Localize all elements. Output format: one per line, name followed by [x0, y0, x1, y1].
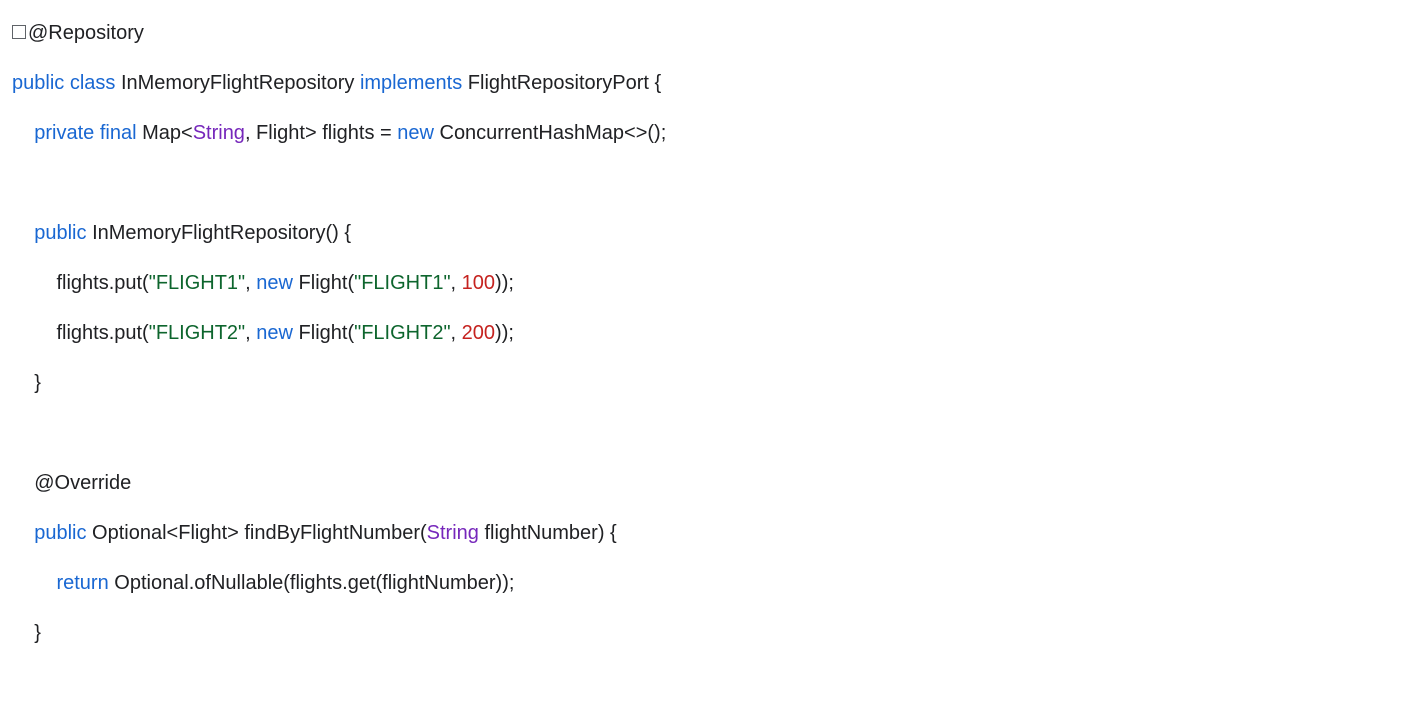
copy-icon[interactable] — [12, 25, 26, 39]
kw-new: new — [256, 322, 293, 344]
map-decl-suffix: ConcurrentHashMap<>(); — [434, 122, 666, 144]
indent — [12, 522, 34, 544]
kw-implements: implements — [360, 72, 462, 94]
return-body: Optional.ofNullable(flights.get(flightNu… — [109, 572, 515, 594]
brace: { — [339, 222, 351, 244]
kw-private: private — [34, 122, 94, 144]
method-param-name: flightNumber) { — [479, 522, 617, 544]
str-flight1: "FLIGHT1" — [149, 272, 245, 294]
str-flight1b: "FLIGHT1" — [354, 272, 450, 294]
brace-close: } — [34, 622, 41, 644]
brace-close: } — [34, 372, 41, 394]
put1-flight-ctor: Flight( — [293, 272, 354, 294]
kw-public: public — [12, 72, 64, 94]
kw-public: public — [34, 522, 86, 544]
put2-suffix: )); — [495, 322, 514, 344]
num-100: 100 — [462, 272, 495, 294]
indent — [12, 122, 34, 144]
kw-return: return — [56, 572, 108, 594]
kw-final: final — [100, 122, 137, 144]
class-name: InMemoryFlightRepository — [121, 72, 354, 94]
put1-suffix: )); — [495, 272, 514, 294]
indent — [12, 322, 56, 344]
str-flight2: "FLIGHT2" — [149, 322, 245, 344]
put2-flight-ctor: Flight( — [293, 322, 354, 344]
map-decl-mid: , Flight> flights = — [245, 122, 397, 144]
ctor-name: InMemoryFlightRepository() — [92, 222, 339, 244]
kw-class: class — [70, 72, 116, 94]
indent — [12, 472, 34, 494]
indent — [12, 372, 34, 394]
num-200: 200 — [462, 322, 495, 344]
type-string: String — [193, 122, 245, 144]
put1-mid: , — [245, 272, 256, 294]
annotation-override: @Override — [34, 472, 131, 494]
kw-new: new — [256, 272, 293, 294]
type-string: String — [427, 522, 479, 544]
put2-mid: , — [245, 322, 256, 344]
annotation-repository: @Repository — [28, 22, 144, 44]
comma: , — [451, 272, 462, 294]
interface-name: FlightRepositoryPort — [468, 72, 649, 94]
kw-new: new — [397, 122, 434, 144]
brace: { — [649, 72, 661, 94]
map-decl-prefix: Map< — [142, 122, 193, 144]
str-flight2b: "FLIGHT2" — [354, 322, 450, 344]
kw-public: public — [34, 222, 86, 244]
indent — [12, 272, 56, 294]
indent — [12, 622, 34, 644]
put1-prefix: flights.put( — [56, 272, 148, 294]
method-return-prefix: Optional<Flight> findByFlightNumber( — [87, 522, 427, 544]
put2-prefix: flights.put( — [56, 322, 148, 344]
indent — [12, 222, 34, 244]
indent — [12, 572, 56, 594]
code-block: @Repository public class InMemoryFlightR… — [12, 8, 1404, 658]
comma: , — [451, 322, 462, 344]
